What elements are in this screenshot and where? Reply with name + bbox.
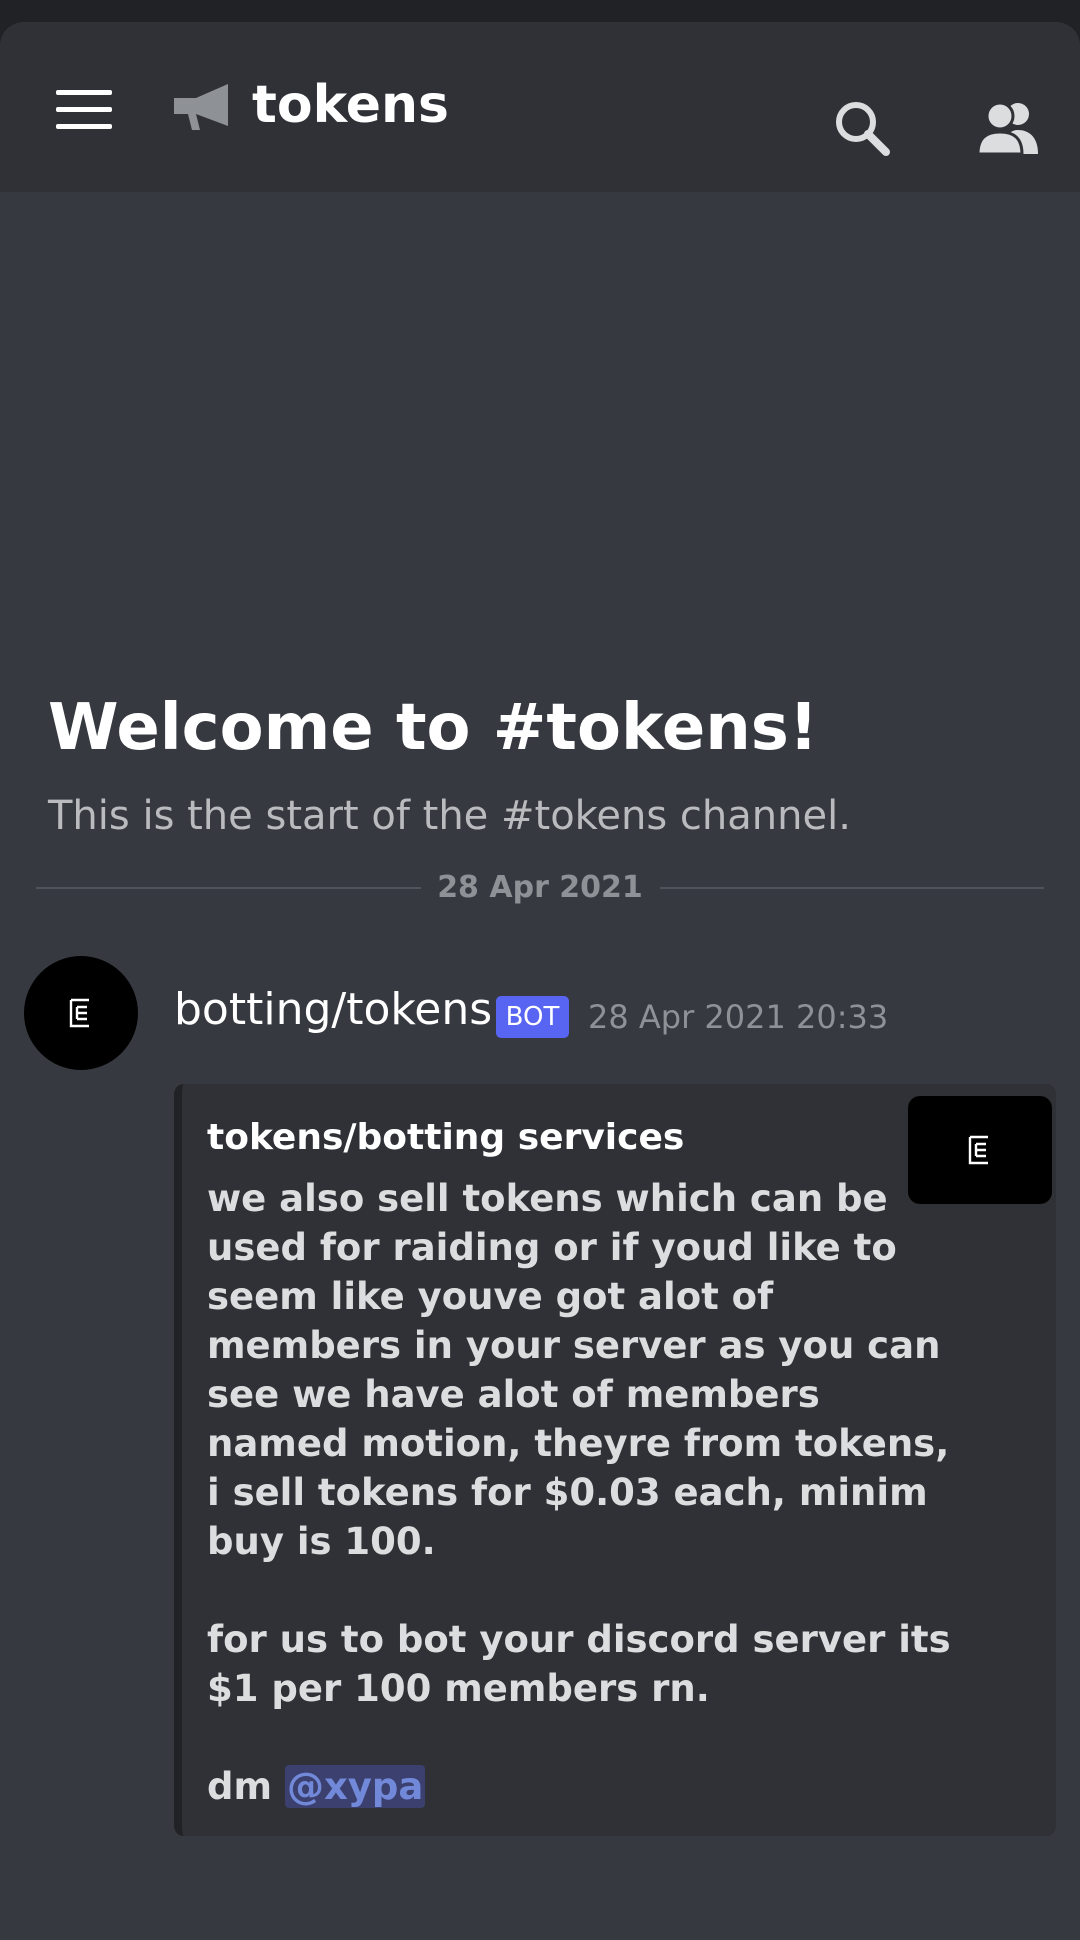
embed-line: buy is 100. (207, 1520, 436, 1563)
embed-dm-line: dm @xypa (207, 1762, 887, 1811)
embed-line: i sell tokens for $0.03 each, minim (207, 1471, 928, 1514)
channel-name: tokens (252, 75, 450, 135)
embed-thumbnail[interactable] (908, 1096, 1052, 1204)
bracket-logo-icon (69, 998, 89, 1028)
announcement-megaphone-icon (174, 84, 228, 130)
user-mention[interactable]: @xypa (284, 1765, 426, 1808)
embed-title: tokens/botting services (207, 1117, 685, 1158)
bracket-logo-icon (968, 1135, 988, 1165)
embed-line: $1 per 100 members rn. (207, 1667, 710, 1710)
date-divider-line (660, 887, 1044, 889)
bot-badge: BOT (496, 996, 569, 1038)
embed-description: we also sell tokens which can be used fo… (207, 1174, 951, 1811)
embed-line: named motion, theyre from tokens, (207, 1422, 950, 1465)
embed-blank-line (207, 1713, 887, 1762)
embed-blank-line (207, 1566, 887, 1615)
embed-line: for us to bot your discord server its (207, 1618, 951, 1661)
search-icon[interactable] (832, 98, 892, 158)
embed-line: see we have alot of members (207, 1373, 820, 1416)
embed-line: we also sell tokens which can be (207, 1177, 888, 1220)
members-icon[interactable] (976, 100, 1040, 156)
message-timestamp: 28 Apr 2021 20:33 (588, 998, 889, 1036)
hamburger-menu-icon[interactable] (56, 88, 112, 129)
embed-line: seem like youve got alot of (207, 1275, 774, 1318)
message-embed: tokens/botting services we also sell tok… (174, 1084, 1056, 1836)
embed-line: used for raiding or if youd like to (207, 1226, 897, 1269)
welcome-subtitle: This is the start of the #tokens channel… (48, 793, 851, 839)
app-window: tokens Welcome to #tokens! This is the s… (0, 22, 1080, 1940)
embed-line: members in your server as you can (207, 1324, 941, 1367)
avatar[interactable] (24, 956, 138, 1070)
welcome-title: Welcome to #tokens! (48, 691, 819, 765)
date-divider-line (36, 887, 421, 889)
dm-label: dm (207, 1765, 273, 1808)
message-author[interactable]: botting/tokens (174, 984, 492, 1037)
top-bar: tokens (0, 22, 1080, 192)
date-divider: 28 Apr 2021 (437, 870, 643, 905)
